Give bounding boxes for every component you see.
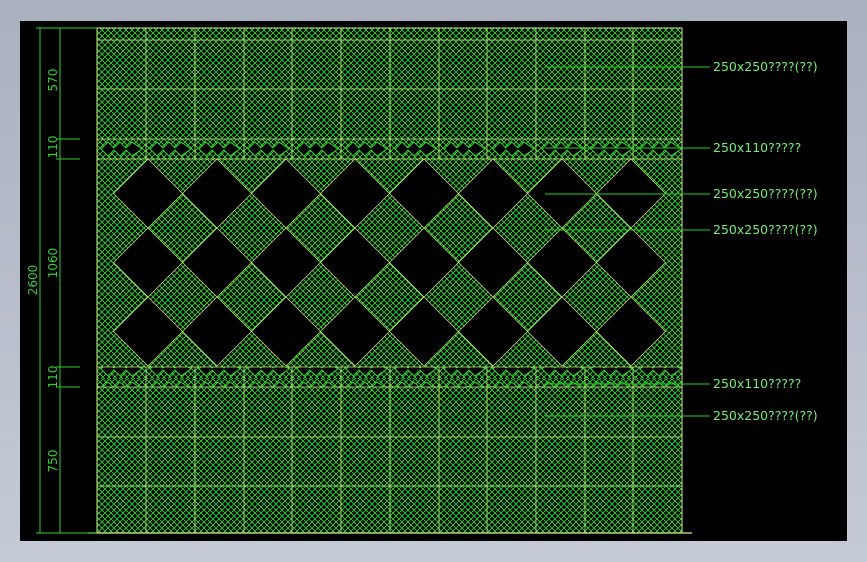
cad-viewport[interactable]: 2600 570 110 1060 110 750 250x250????(??) 250x1… — [20, 21, 847, 541]
top-field-hatch — [97, 28, 682, 139]
dim-total-label: 2600 — [26, 265, 40, 296]
dim-segment-label: 110 — [46, 136, 60, 159]
callout-label: 250x250????(??) — [713, 59, 818, 74]
tile-elevation-drawing: 2600 570 110 1060 110 750 250x250????(??) 250x1… — [26, 27, 818, 534]
diamond-field — [97, 159, 682, 367]
dim-segment-label: 750 — [46, 450, 60, 473]
callout-label: 250x110????? — [713, 376, 801, 391]
dim-segment-label: 570 — [46, 69, 60, 92]
callout-label: 250x250????(??) — [713, 186, 818, 201]
bottom-field-hatch — [97, 387, 682, 533]
callout-label: 250x250????(??) — [713, 408, 818, 423]
callout-label: 250x250????(??) — [713, 222, 818, 237]
callout-label: 250x110????? — [713, 140, 801, 155]
dim-segment-label: 1060 — [46, 248, 60, 279]
dim-segment-label: 110 — [46, 366, 60, 389]
upper-border-band — [97, 139, 682, 159]
